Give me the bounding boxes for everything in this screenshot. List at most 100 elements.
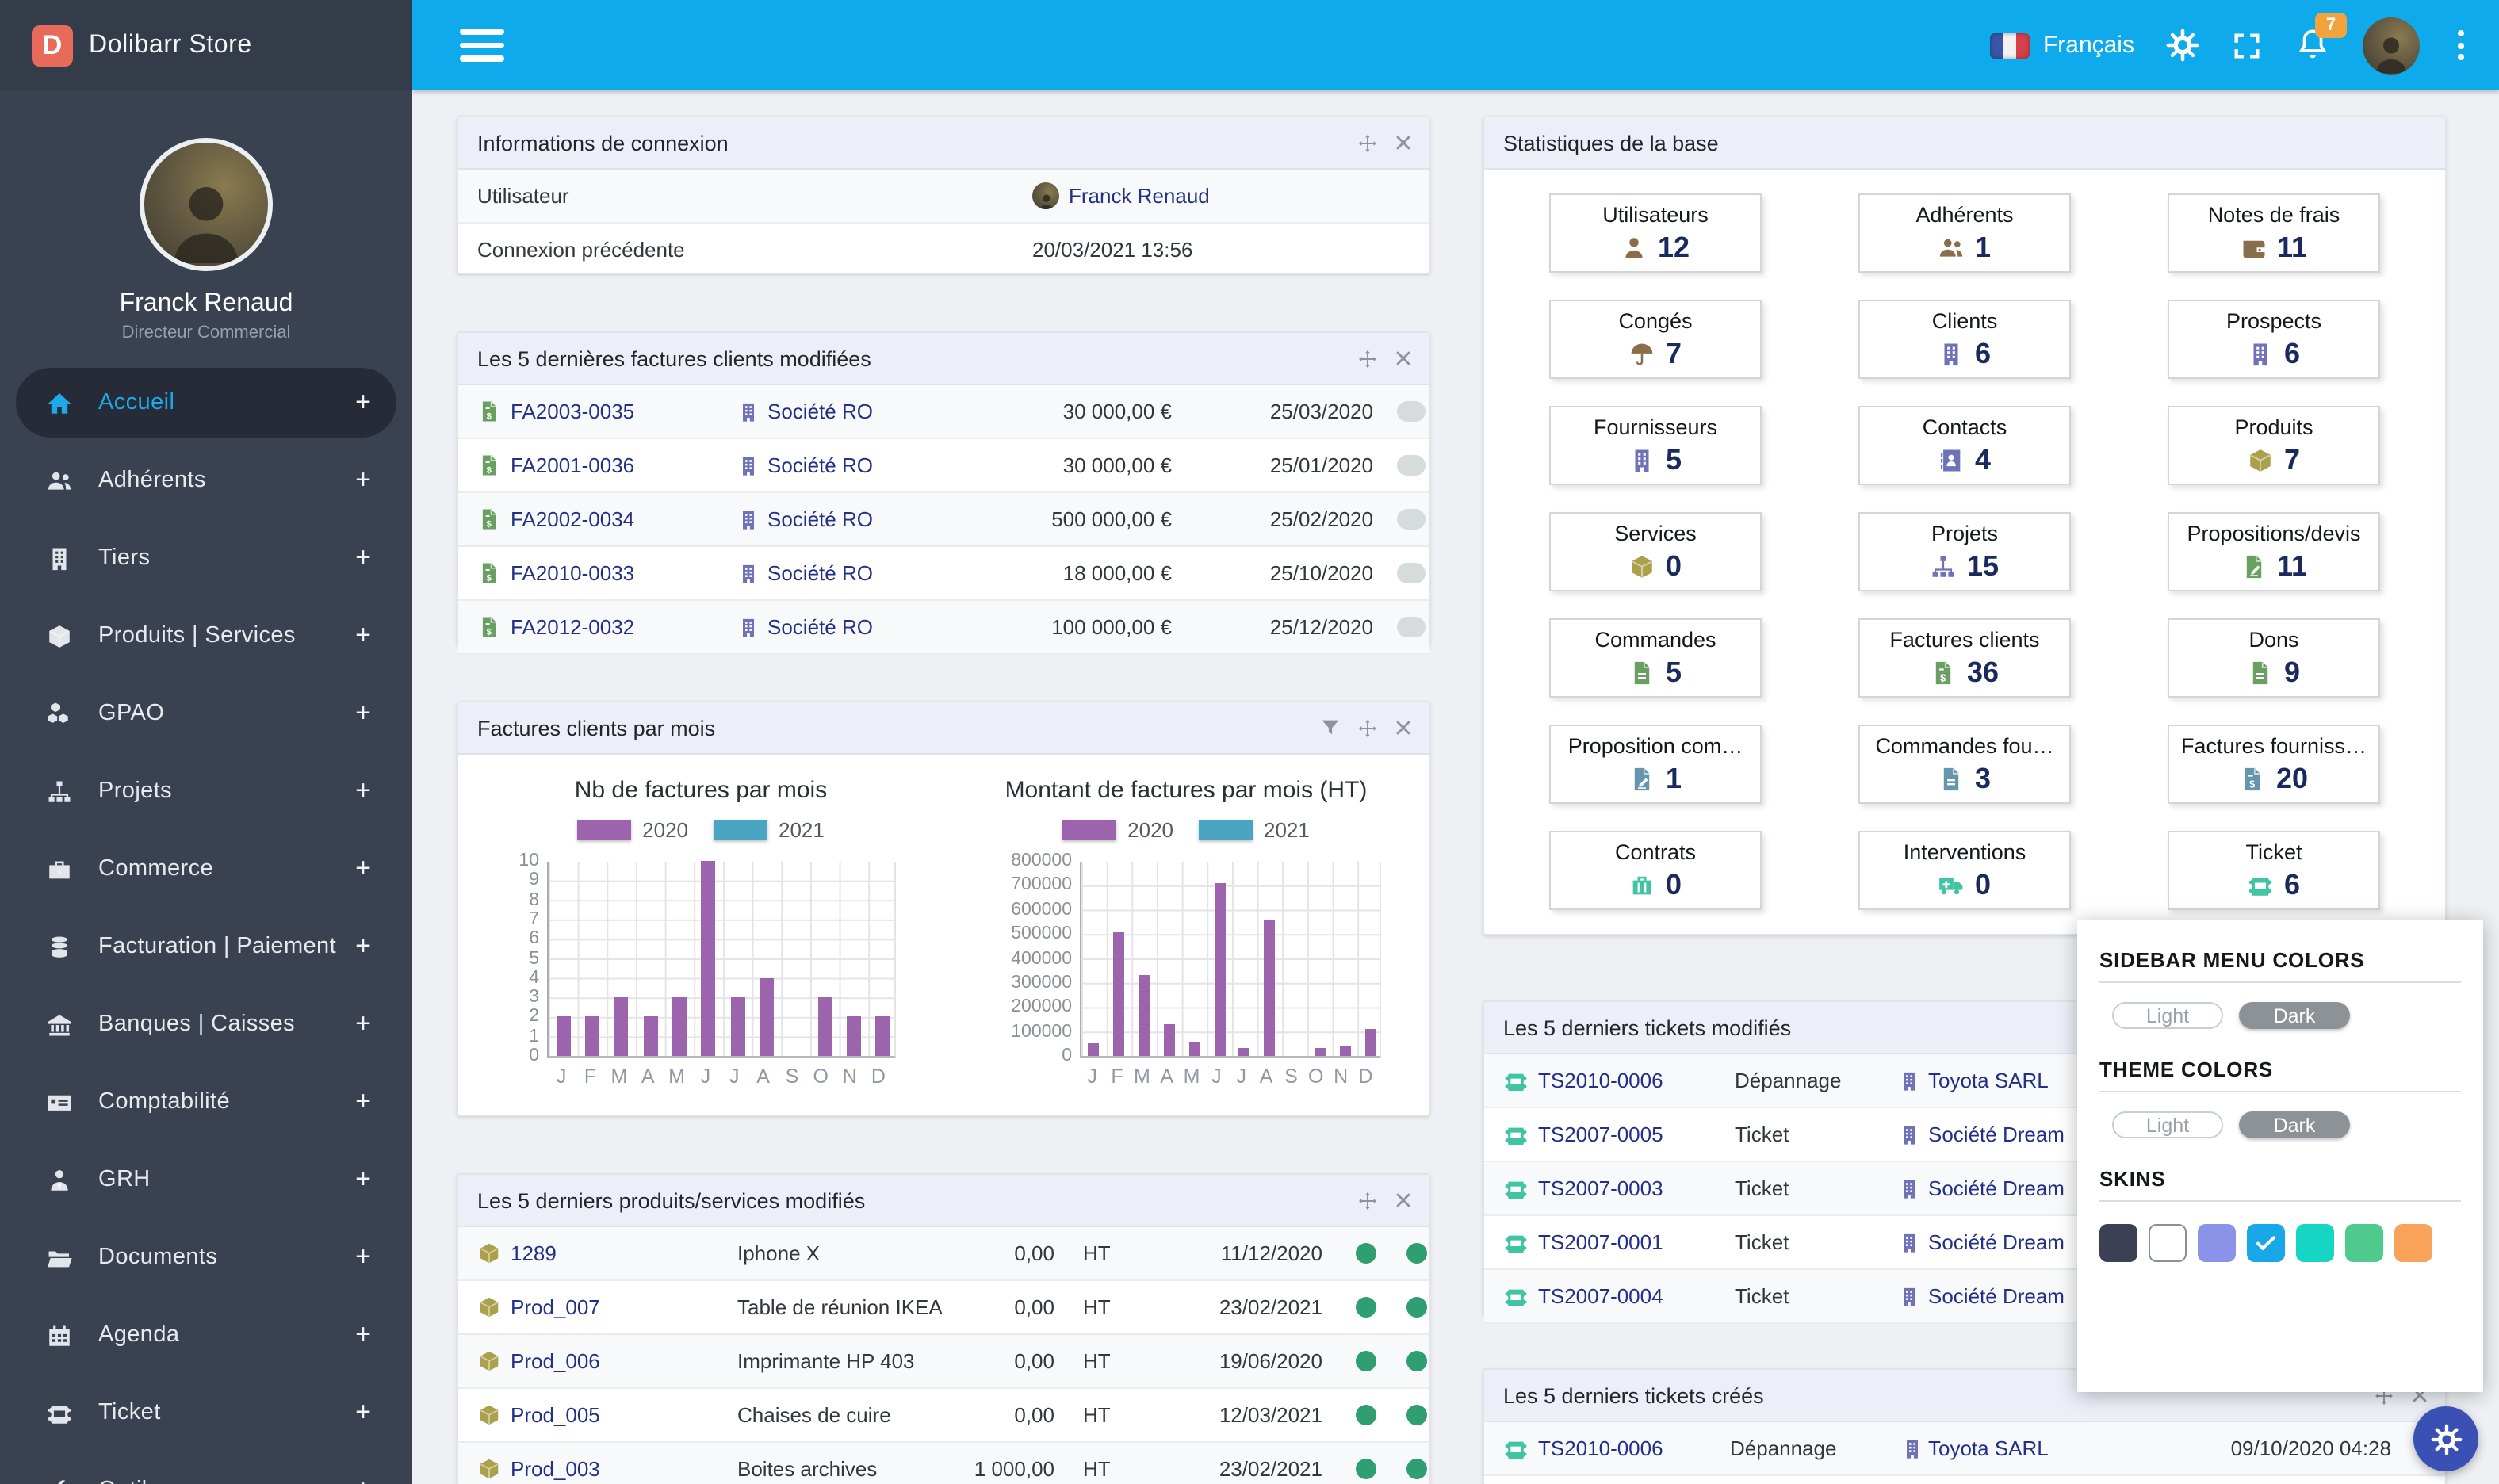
company-link[interactable]: Société RO [767, 493, 873, 545]
ticket-ref-link[interactable]: TS2010-0006 [1538, 1054, 1663, 1107]
overflow-menu-button[interactable] [2451, 30, 2470, 60]
company-link[interactable]: Société Dream [1928, 1270, 2065, 1322]
product-ref-link[interactable]: Prod_006 [511, 1335, 600, 1387]
stat-tile-factures-fourniss-[interactable]: Factures fourniss… 20 [2168, 725, 2380, 804]
company-link[interactable]: Société Dream [1928, 1108, 2065, 1161]
language-selector[interactable]: Français [1990, 32, 2134, 59]
product-ref-link[interactable]: Prod_003 [511, 1443, 600, 1484]
topbar-avatar[interactable] [2363, 17, 2420, 74]
sidebar-item-adherents[interactable]: Adhérents + [16, 446, 396, 515]
sidebar-item-comptabilite[interactable]: Comptabilité + [16, 1067, 396, 1137]
company-link[interactable]: Toyota SARL [1928, 1422, 2049, 1474]
expand-plus[interactable]: + [355, 1008, 371, 1040]
expand-plus[interactable]: + [355, 1241, 371, 1273]
invoice-ref-link[interactable]: FA2001-0036 [511, 439, 634, 491]
stat-tile-interventions[interactable]: Interventions 0 [1858, 831, 2071, 910]
stat-tile-ticket[interactable]: Ticket 6 [2168, 831, 2380, 910]
settings-button[interactable] [2166, 29, 2199, 62]
sidebar-item-agenda[interactable]: Agenda + [16, 1300, 396, 1370]
sidebar-item-banques-caisses[interactable]: Banques | Caisses + [16, 989, 396, 1059]
skin-swatch-5[interactable] [2345, 1224, 2383, 1262]
theme-light-button[interactable]: Light [2112, 1111, 2223, 1138]
ticket-ref-link[interactable]: TS2007-0003 [1538, 1162, 1663, 1214]
sidebar-item-projets[interactable]: Projets + [16, 756, 396, 826]
theme-dark-button[interactable]: Dark [2239, 1111, 2350, 1138]
avatar[interactable] [140, 138, 273, 271]
stat-tile-commandes[interactable]: Commandes 5 [1549, 618, 1762, 698]
company-link[interactable]: Société RO [767, 601, 873, 653]
invoice-ref-link[interactable]: FA2010-0033 [511, 547, 634, 599]
skin-swatch-0[interactable] [2099, 1224, 2137, 1262]
close-icon[interactable] [1394, 133, 1413, 152]
floating-settings-button[interactable] [2413, 1406, 2478, 1471]
skin-swatch-4[interactable] [2296, 1224, 2334, 1262]
stat-tile-adh-rents[interactable]: Adhérents 1 [1858, 193, 2071, 273]
sidebar-light-button[interactable]: Light [2112, 1002, 2223, 1029]
close-icon[interactable] [1394, 1191, 1413, 1210]
sidebar-item-tiers[interactable]: Tiers + [16, 523, 396, 593]
fullscreen-button[interactable] [2231, 29, 2263, 61]
invoice-ref-link[interactable]: FA2002-0034 [511, 493, 634, 545]
product-ref-link[interactable]: Prod_007 [511, 1281, 600, 1333]
stat-tile-contrats[interactable]: Contrats 0 [1549, 831, 1762, 910]
expand-plus[interactable]: + [355, 775, 371, 807]
company-link[interactable]: Société RO [767, 547, 873, 599]
sidebar-item-facturation-paiement[interactable]: Facturation | Paiement + [16, 912, 396, 981]
sidebar-item-grh[interactable]: GRH + [16, 1145, 396, 1214]
sidebar-item-commerce[interactable]: Commerce + [16, 834, 396, 904]
company-link[interactable]: Société Dream [1928, 1162, 2065, 1214]
stat-tile-fournisseurs[interactable]: Fournisseurs 5 [1549, 406, 1762, 485]
stat-tile-utilisateurs[interactable]: Utilisateurs 12 [1549, 193, 1762, 273]
company-link[interactable]: Société Dream [1928, 1216, 2065, 1268]
close-icon[interactable] [1394, 349, 1413, 368]
user-link[interactable]: Franck Renaud [1069, 184, 1210, 208]
skin-swatch-2[interactable] [2198, 1224, 2236, 1262]
move-icon[interactable] [1357, 1190, 1378, 1211]
sidebar-item-documents[interactable]: Documents + [16, 1222, 396, 1292]
company-link[interactable]: Société RO [767, 439, 873, 491]
invoice-ref-link[interactable]: FA2003-0035 [511, 385, 634, 438]
stat-tile-proposition-com-[interactable]: Proposition com… 1 [1549, 725, 1762, 804]
stat-tile-projets[interactable]: Projets 15 [1858, 512, 2071, 591]
stat-tile-produits[interactable]: Produits 7 [2168, 406, 2380, 485]
expand-plus[interactable]: + [355, 853, 371, 885]
sidebar-item-produits-services[interactable]: Produits | Services + [16, 601, 396, 671]
stat-tile-contacts[interactable]: Contacts 4 [1858, 406, 2071, 485]
invoice-ref-link[interactable]: FA2012-0032 [511, 601, 634, 653]
menu-toggle-button[interactable] [460, 29, 504, 62]
stat-tile-propositions-devis[interactable]: Propositions/devis 11 [2168, 512, 2380, 591]
stat-tile-prospects[interactable]: Prospects 6 [2168, 300, 2380, 379]
close-icon[interactable] [1394, 718, 1413, 737]
stat-tile-services[interactable]: Services 0 [1549, 512, 1762, 591]
expand-plus[interactable]: + [355, 931, 371, 962]
product-ref-link[interactable]: 1289 [511, 1227, 557, 1279]
expand-plus[interactable]: + [355, 620, 371, 652]
filter-icon[interactable] [1319, 717, 1341, 739]
move-icon[interactable] [1357, 348, 1378, 369]
sidebar-dark-button[interactable]: Dark [2239, 1002, 2350, 1029]
skin-swatch-3[interactable] [2247, 1224, 2285, 1262]
ticket-ref-link[interactable]: TS2007-0005 [1538, 1108, 1663, 1161]
skin-swatch-1[interactable] [2149, 1224, 2187, 1262]
company-link[interactable]: Société RO [767, 385, 873, 438]
expand-plus[interactable]: + [355, 1164, 371, 1195]
ticket-ref-link[interactable]: TS2010-0006 [1538, 1422, 1663, 1474]
stat-tile-dons[interactable]: Dons 9 [2168, 618, 2380, 698]
product-ref-link[interactable]: Prod_005 [511, 1389, 600, 1441]
ticket-ref-link[interactable]: TS2007-0004 [1538, 1270, 1663, 1322]
notifications-button[interactable]: 7 [2294, 13, 2347, 63]
sidebar-item-accueil[interactable]: Accueil + [16, 368, 396, 438]
sidebar-item-outils[interactable]: Outils+ [16, 1455, 396, 1484]
expand-plus[interactable]: + [355, 465, 371, 496]
ticket-ref-link[interactable]: TS2007-0001 [1538, 1216, 1663, 1268]
expand-plus[interactable]: + [355, 1319, 371, 1351]
stat-tile-commandes-fou-[interactable]: Commandes fou… 3 [1858, 725, 2071, 804]
company-link[interactable]: Toyota SARL [1928, 1054, 2049, 1107]
stat-tile-cong-s[interactable]: Congés 7 [1549, 300, 1762, 379]
move-icon[interactable] [1357, 717, 1378, 738]
stat-tile-factures-clients[interactable]: Factures clients 36 [1858, 618, 2071, 698]
sidebar-item-gpao[interactable]: GPAO + [16, 679, 396, 748]
expand-plus[interactable]: + [355, 1474, 371, 1484]
brand[interactable]: D Dolibarr Store [0, 0, 412, 90]
sidebar-item-ticket[interactable]: Ticket + [16, 1378, 396, 1448]
